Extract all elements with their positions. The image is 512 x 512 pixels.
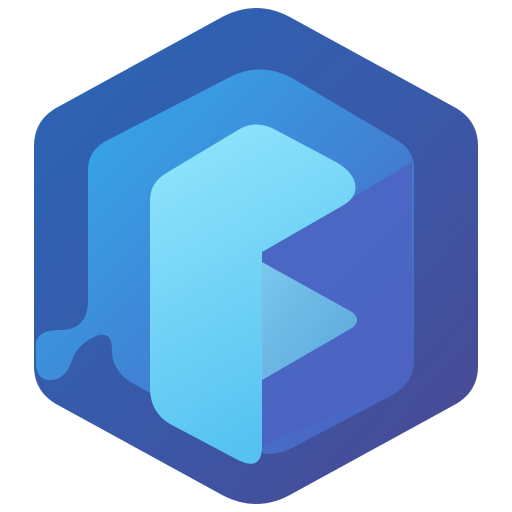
app-logo	[0, 0, 512, 512]
hexagon-letter-p-icon	[34, 8, 478, 504]
